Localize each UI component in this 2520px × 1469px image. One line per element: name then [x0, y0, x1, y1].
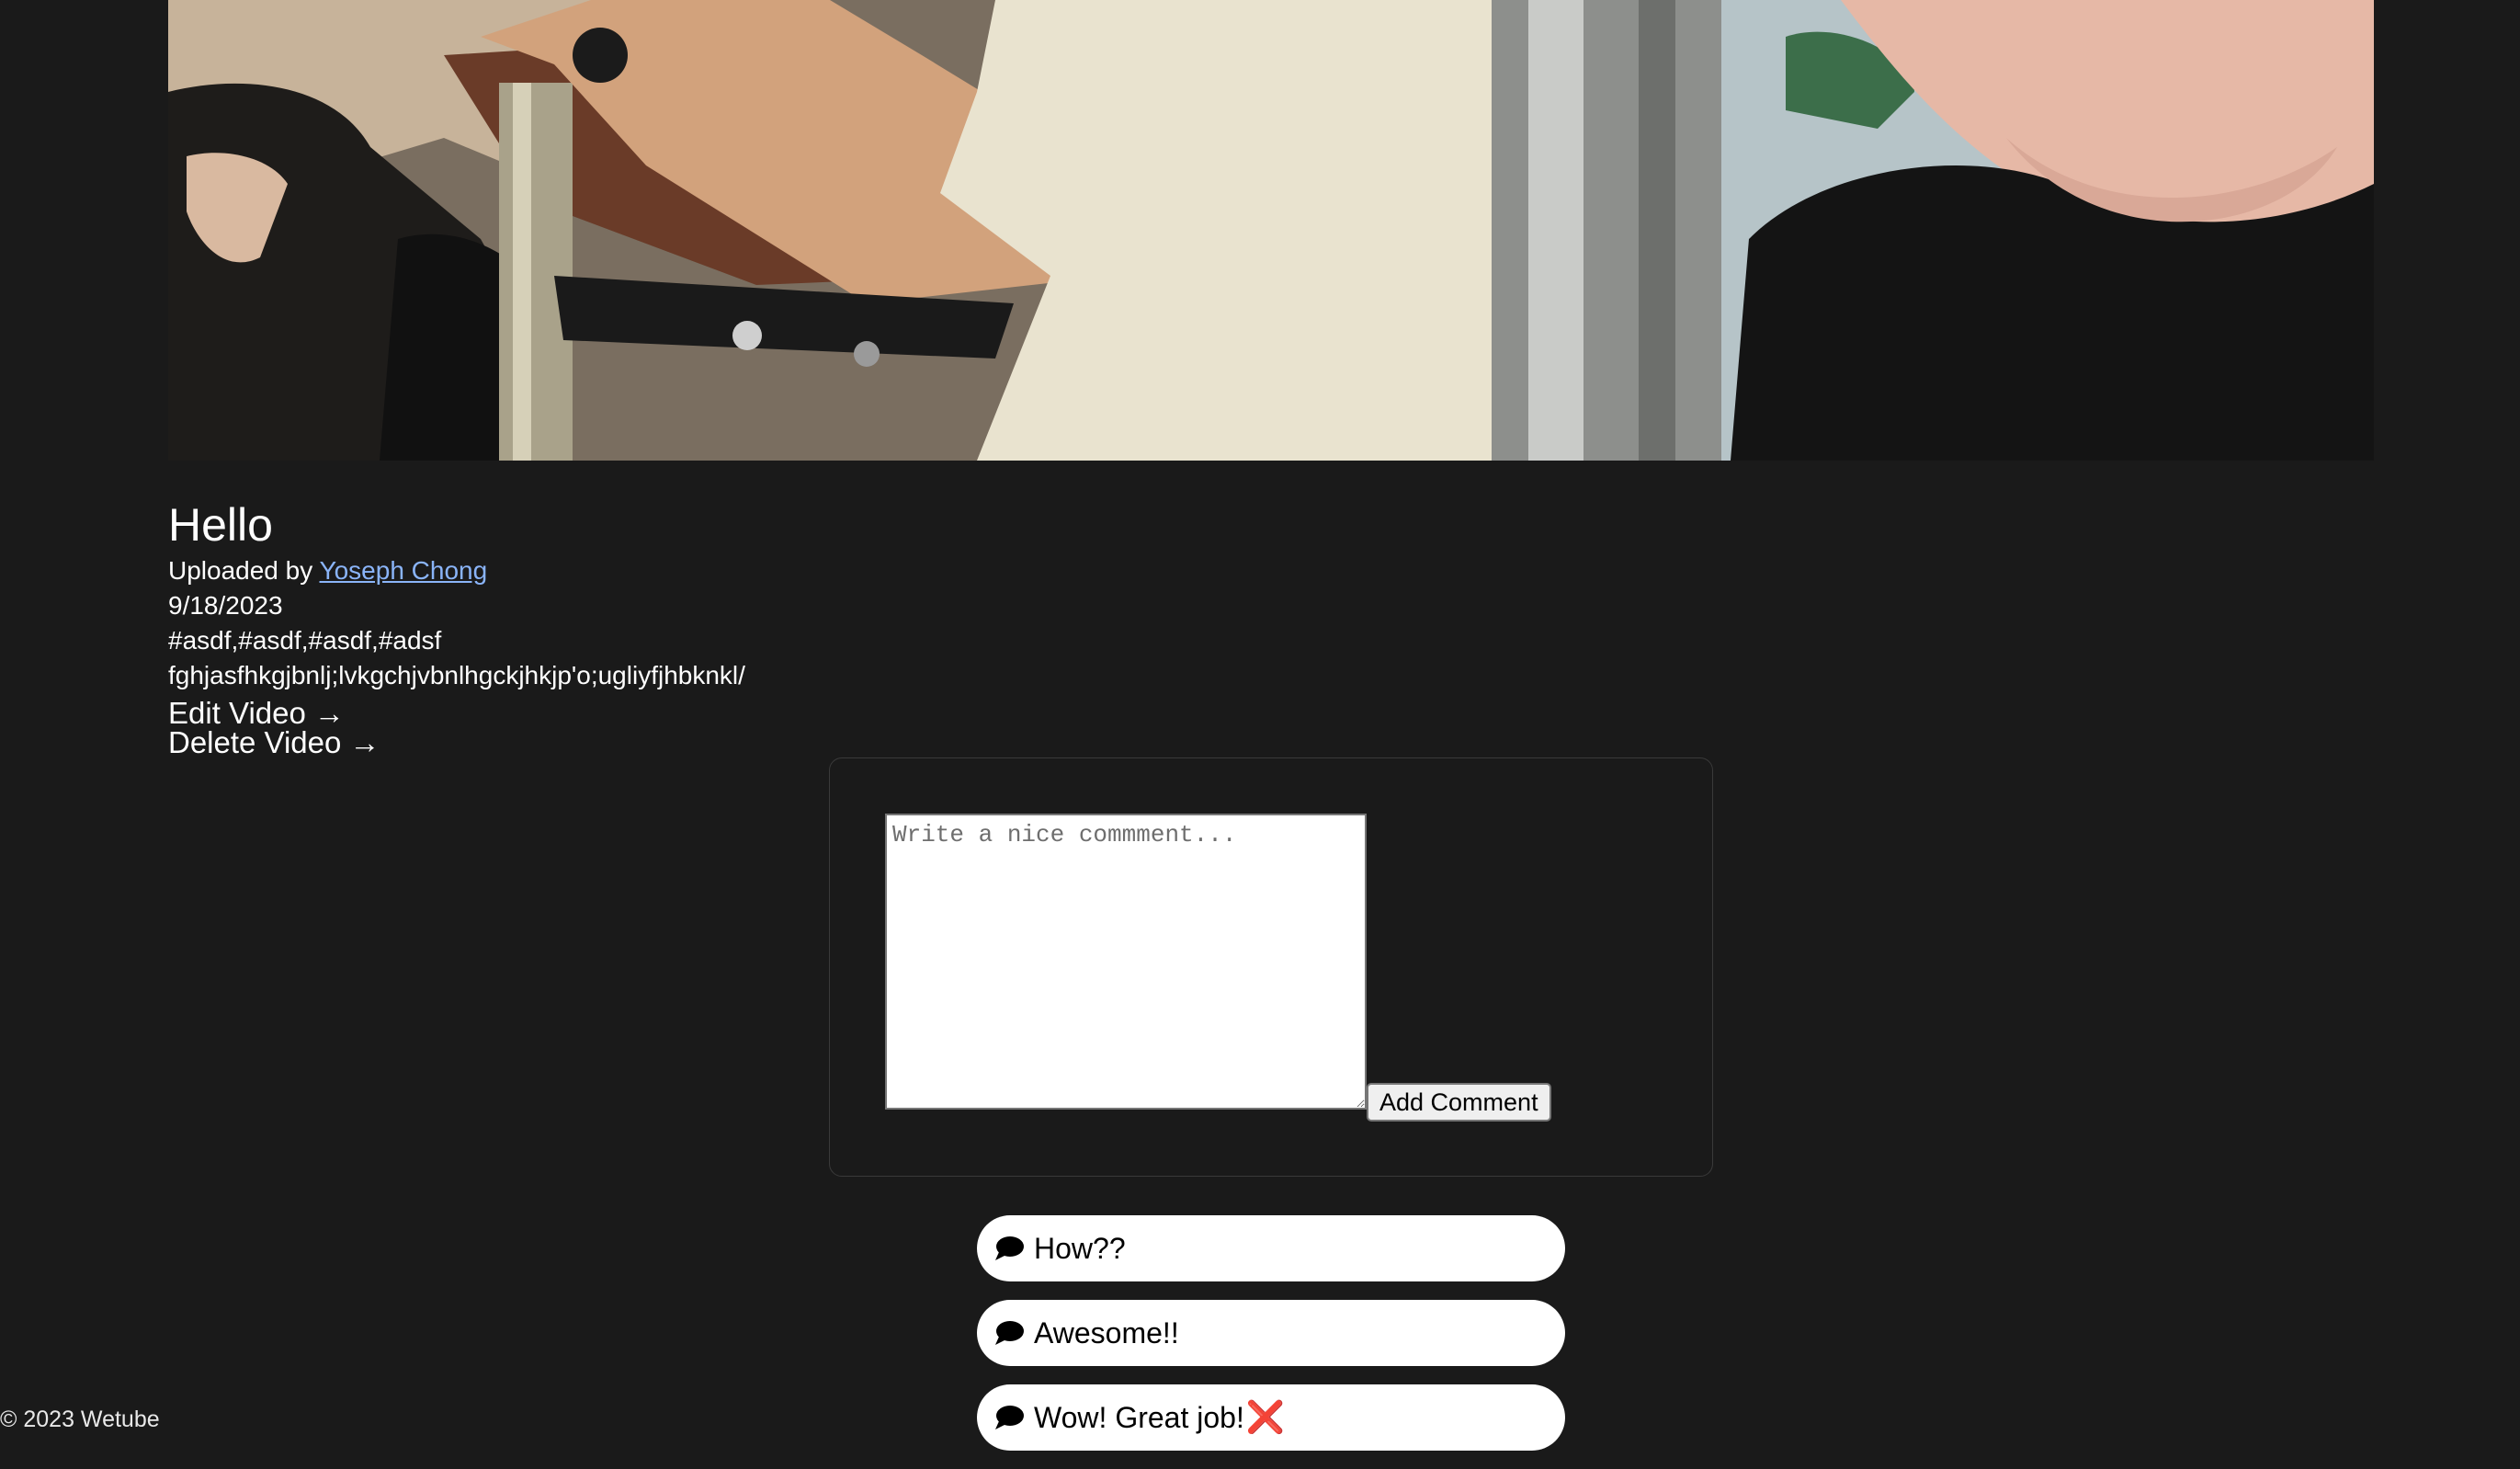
uploader-line: Uploaded by Yoseph Chong — [168, 553, 1271, 588]
uploader-link[interactable]: Yoseph Chong — [320, 556, 488, 585]
comment-list: How?? Awesome!! Wow! Great job! ❌ — [977, 1215, 1565, 1469]
video-description: fghjasfhkgjbnlj;lvkgchjvbnlhgckjhkjp'o;u… — [168, 661, 745, 689]
video-player[interactable] — [168, 0, 2374, 461]
footer-copyright: © 2023 Wetube — [0, 1406, 160, 1432]
comment-item: Wow! Great job! ❌ — [977, 1384, 1565, 1451]
video-date: 9/18/2023 — [168, 591, 283, 620]
comment-item: Awesome!! — [977, 1300, 1565, 1366]
comment-form: Add Comment — [829, 757, 1713, 1177]
comment-text: Awesome!! — [1034, 1315, 1179, 1349]
comment-textarea[interactable] — [885, 814, 1367, 1110]
delete-comment-icon[interactable]: ❌ — [1246, 1399, 1285, 1436]
video-frame-image — [168, 0, 2374, 461]
comment-text: How?? — [1034, 1231, 1126, 1265]
video-watch-page: Hello Uploaded by Yoseph Chong 9/18/2023… — [0, 0, 2520, 1469]
comment-icon — [995, 1406, 1024, 1429]
video-info: Hello Uploaded by Yoseph Chong 9/18/2023… — [168, 496, 1271, 757]
video-hashtags: #asdf,#asdf,#asdf,#adsf — [168, 626, 442, 655]
comment-icon — [995, 1321, 1024, 1345]
comment-item: How?? — [977, 1215, 1565, 1281]
delete-video-link[interactable]: Delete Video → — [168, 727, 1271, 757]
uploaded-by-label: Uploaded by — [168, 556, 320, 585]
edit-video-link[interactable]: Edit Video → — [168, 698, 1271, 728]
video-title: Hello — [168, 499, 273, 551]
comment-icon — [995, 1236, 1024, 1260]
add-comment-button[interactable]: Add Comment — [1367, 1083, 1551, 1122]
comment-text: Wow! Great job! — [1034, 1400, 1244, 1434]
